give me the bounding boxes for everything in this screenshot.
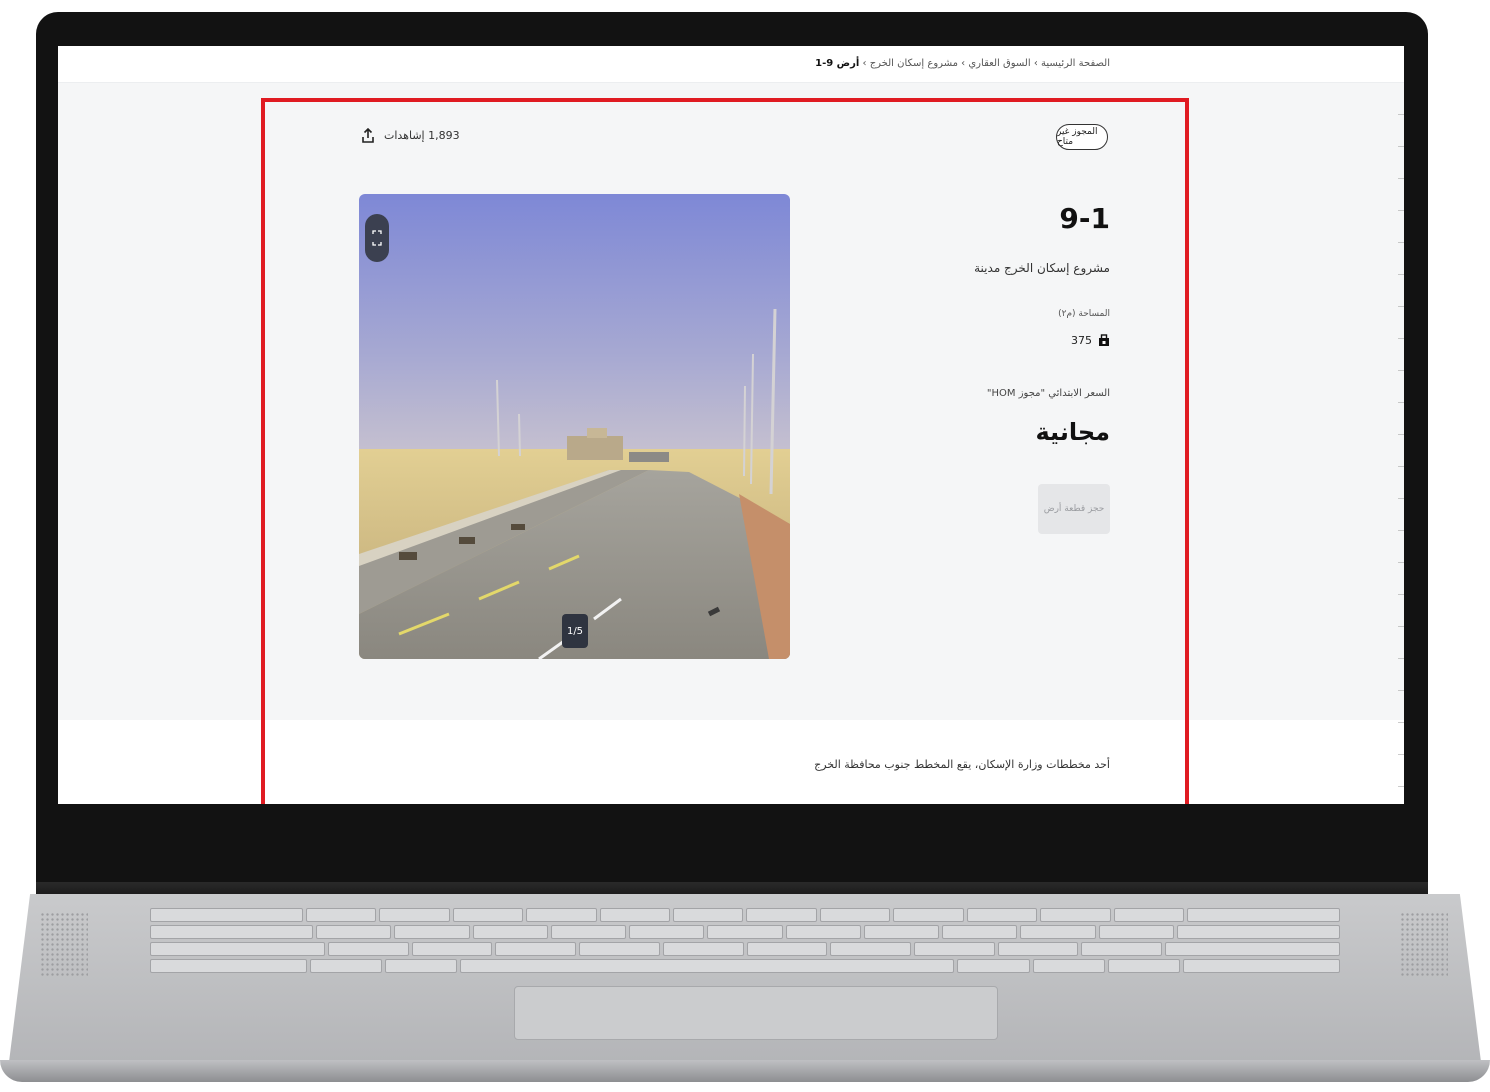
breadcrumb: الصفحة الرئيسية › السوق العقاري › مشروع … [815, 58, 1110, 69]
area-row: 375 [1071, 334, 1110, 347]
keyboard [150, 908, 1341, 978]
speaker-grille-left [40, 912, 88, 976]
share-icon [362, 128, 374, 143]
laptop-lip [0, 1060, 1490, 1082]
touchpad [514, 986, 998, 1040]
scroll-edge [1398, 82, 1404, 802]
share-button[interactable] [358, 126, 378, 146]
image-counter: 1/5 [562, 614, 588, 648]
breadcrumb-home[interactable]: الصفحة الرئيسية [1041, 58, 1110, 69]
expand-icon [372, 230, 382, 246]
area-label: المساحة (م٢) [1058, 309, 1110, 319]
project-name[interactable]: مشروع إسكان الخرج مدينة [974, 261, 1110, 275]
plot-description: أحد مخططات وزارة الإسكان، يقع المخطط جنو… [814, 758, 1110, 771]
views-count: 1,893 إشاهدات [384, 129, 460, 142]
breadcrumb-project[interactable]: مشروع إسكان الخرج [870, 58, 958, 69]
breadcrumb-separator: › [1033, 58, 1038, 69]
breadcrumb-market[interactable]: السوق العقاري [968, 58, 1030, 69]
price-value: مجانية [1035, 418, 1110, 446]
area-icon [1099, 334, 1109, 346]
expand-button[interactable] [365, 214, 389, 262]
breadcrumb-separator: › [961, 58, 966, 69]
price-label: السعر الابتدائي "مجوز HOM" [986, 388, 1110, 399]
laptop-hinge [36, 882, 1428, 896]
screen: الصفحة الرئيسية › السوق العقاري › مشروع … [58, 46, 1404, 804]
breadcrumb-separator: › [862, 58, 867, 69]
availability-tag[interactable]: المجوز غير متاح [1056, 124, 1108, 150]
plot-photo[interactable]: 1/5 [359, 194, 790, 659]
speaker-grille-right [1400, 912, 1448, 976]
reserve-button[interactable]: حجز قطعة أرض [1038, 484, 1110, 534]
top-bar: الصفحة الرئيسية › السوق العقاري › مشروع … [58, 46, 1404, 83]
area-value: 375 [1071, 334, 1092, 347]
plot-title: 9-1 [1059, 202, 1110, 235]
breadcrumb-current: أرض 9-1 [815, 58, 860, 69]
road-photo [359, 194, 790, 659]
